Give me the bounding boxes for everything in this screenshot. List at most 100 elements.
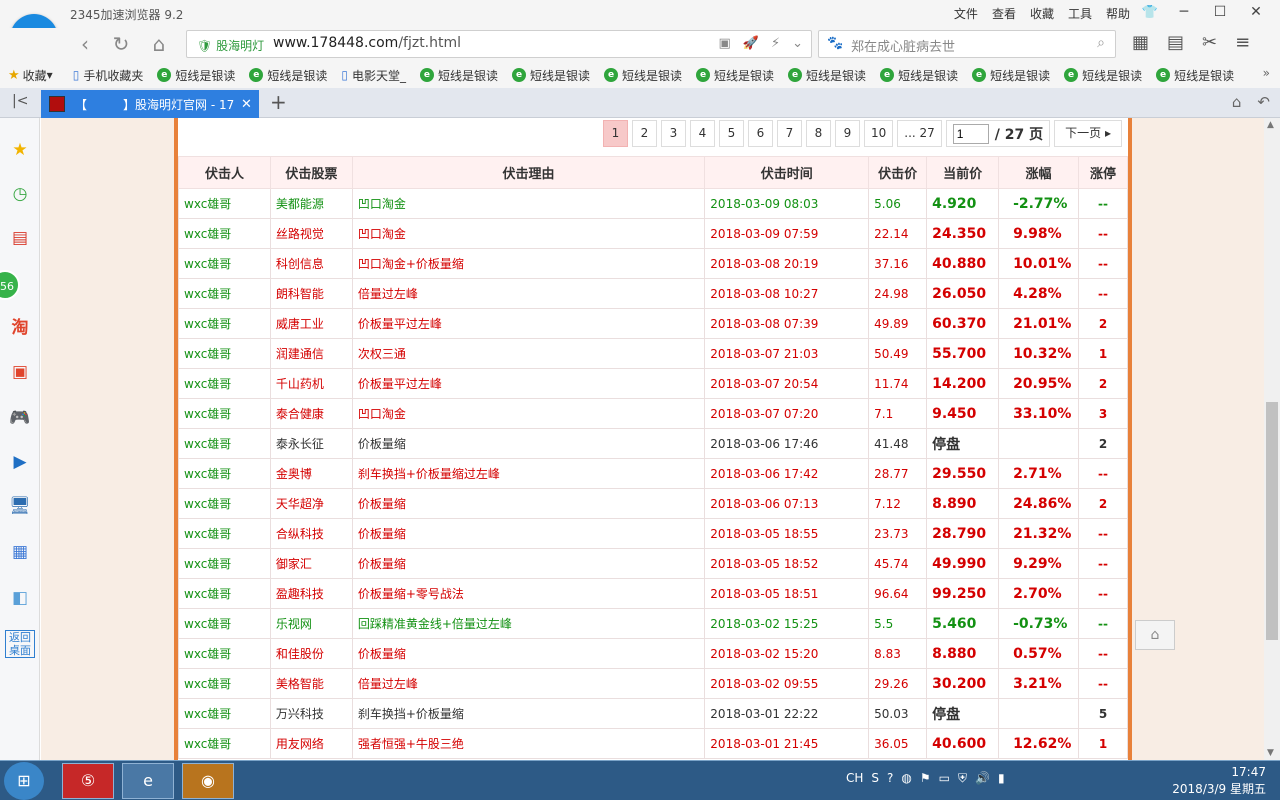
scissors-icon[interactable]: ✂ xyxy=(1202,32,1217,53)
bookmark-item[interactable]: e 短线是银读 xyxy=(512,67,590,84)
page-button[interactable]: 3 xyxy=(660,120,686,147)
bookmark-item[interactable]: e 短线是银读 xyxy=(419,67,498,84)
cell-stock[interactable]: 丝路视觉 xyxy=(269,218,353,249)
cell-stock[interactable]: 朗科智能 xyxy=(269,278,353,309)
back-to-top-button[interactable]: ⌂ xyxy=(1135,620,1175,650)
table-row[interactable]: wxc雄哥 美都能源 凹口淘金 2018-03-09 08:03 5.06 4.920 -2… xyxy=(178,188,1128,219)
table-row[interactable]: wxc雄哥 泰永长征 价板量缩 2018-03-06 17:46 41.48 停盘 2 xyxy=(178,428,1128,459)
secure-site-badge[interactable]: 🛡 股海明灯 xyxy=(197,37,264,54)
table-row[interactable]: wxc雄哥 千山药机 价板量平过左峰 2018-03-07 20:54 11.74 14.… xyxy=(178,368,1128,399)
next-page-button[interactable]: 下一页 ▸ xyxy=(1054,120,1122,147)
cell-stock[interactable]: 泰合健康 xyxy=(269,398,353,429)
cell-stock[interactable]: 乐视网 xyxy=(269,608,353,639)
menu-icon[interactable]: ≡ xyxy=(1235,32,1250,53)
table-row[interactable]: wxc雄哥 金奥博 刹车换挡+价板量缩过左峰 2018-03-06 17:42 28.7… xyxy=(178,458,1128,489)
cell-stock[interactable]: 美格智能 xyxy=(269,668,353,699)
help-icon[interactable]: ? xyxy=(887,771,893,786)
news-icon[interactable]: ▤ xyxy=(8,226,32,250)
rocket-icon[interactable]: 🚀 xyxy=(743,36,759,51)
table-row[interactable]: wxc雄哥 盈趣科技 价板量缩+零号战法 2018-03-05 18:51 96.64 9… xyxy=(178,578,1128,609)
skin-icon[interactable]: 👕 xyxy=(1142,5,1158,20)
return-desktop-button[interactable]: 返回桌面 xyxy=(5,630,35,658)
menu-file[interactable]: 文件 xyxy=(954,5,978,22)
bookmark-item[interactable]: e 短线是银读 xyxy=(249,67,327,84)
game-controller-icon[interactable]: 🎮 xyxy=(8,406,32,430)
cell-stock[interactable]: 金奥博 xyxy=(269,458,353,489)
table-row[interactable]: wxc雄哥 合纵科技 价板量缩 2018-03-05 18:55 23.73 28.790… xyxy=(178,518,1128,549)
signal-icon[interactable]: ▮ xyxy=(998,771,1005,786)
search-engine-icon[interactable]: 🐾 xyxy=(827,36,843,51)
search-icon[interactable]: ⌕ xyxy=(1097,35,1105,51)
notification-badge[interactable]: 56 xyxy=(0,270,20,300)
maximize-button[interactable]: ☐ xyxy=(1202,4,1238,20)
flag-icon[interactable]: ⚑ xyxy=(920,771,931,786)
page-jump-input[interactable] xyxy=(952,123,989,144)
eraser-icon[interactable]: ◧ xyxy=(8,586,32,610)
apps-icon[interactable]: ▦ xyxy=(1132,32,1149,53)
start-button[interactable]: ⊞ xyxy=(4,762,44,800)
menu-tools[interactable]: 工具 xyxy=(1068,5,1092,22)
table-row[interactable]: wxc雄哥 泰合健康 凹口淘金 2018-03-07 07:20 7.1 9.450 33.… xyxy=(178,398,1128,429)
table-row[interactable]: wxc雄哥 润建通信 次权三通 2018-03-07 21:03 50.49 55.700… xyxy=(178,338,1128,369)
close-window-button[interactable]: ✕ xyxy=(1238,4,1274,20)
language-indicator[interactable]: CH xyxy=(846,771,863,786)
screenshot-icon[interactable]: ▣ xyxy=(718,36,730,51)
discount-icon[interactable]: ▣ xyxy=(8,360,32,384)
scroll-up-icon[interactable]: ▲ xyxy=(1267,120,1274,130)
taobao-icon[interactable]: 淘 xyxy=(8,316,32,340)
search-box[interactable]: 🐾 郑在成心脏病去世 ⌕ xyxy=(818,30,1116,58)
bookmark-item[interactable]: ▯ 电影天堂_ xyxy=(341,67,406,84)
cell-stock[interactable]: 泰永长征 xyxy=(269,428,353,459)
lightning-icon[interactable]: ⚡ xyxy=(771,36,780,51)
menu-favorites[interactable]: 收藏 xyxy=(1030,5,1054,22)
computer-icon[interactable]: 🖥 xyxy=(8,494,32,518)
cell-stock[interactable]: 美都能源 xyxy=(269,188,353,219)
tab-active[interactable]: 【 】股海明灯官网 - 178448 ✕ xyxy=(41,90,259,118)
table-row[interactable]: wxc雄哥 科创信息 凹口淘金+价板量缩 2018-03-08 20:19 37.16 4… xyxy=(178,248,1128,279)
speaker-icon[interactable]: 🔊 xyxy=(975,771,990,786)
vertical-scrollbar[interactable]: ▲ ▼ xyxy=(1264,118,1280,760)
bookmark-item[interactable]: e 短线是银读 xyxy=(788,67,866,84)
cell-stock[interactable]: 合纵科技 xyxy=(269,518,353,549)
table-row[interactable]: wxc雄哥 用友网络 强者恒强+牛股三绝 2018-03-01 21:45 36.05 4… xyxy=(178,728,1128,759)
table-row[interactable]: wxc雄哥 天华超净 价板量缩 2018-03-06 07:13 7.12 8.890 24… xyxy=(178,488,1128,519)
bag-icon[interactable]: ⌂ xyxy=(1232,93,1242,111)
bookmark-item[interactable]: e 短线是银读 xyxy=(1156,67,1234,84)
history-clock-icon[interactable]: ◷ xyxy=(8,182,32,206)
video-icon[interactable]: ▶ xyxy=(8,450,32,474)
network-icon[interactable]: ◍ xyxy=(901,771,911,786)
address-bar[interactable]: 🛡 股海明灯 www.178448.com/fjzt.html ▣ 🚀 ⚡ ⌄ xyxy=(186,30,812,58)
table-row[interactable]: wxc雄哥 威唐工业 价板量平过左峰 2018-03-08 07:39 49.89 60.… xyxy=(178,308,1128,339)
search-input[interactable]: 郑在成心脏病去世 xyxy=(851,36,955,55)
bookmark-item[interactable]: e 短线是银读 xyxy=(696,67,774,84)
favorites-star-icon[interactable]: ★ xyxy=(8,138,32,162)
page-button[interactable]: 6 xyxy=(747,120,773,147)
table-row[interactable]: wxc雄哥 朗科智能 倍量过左峰 2018-03-08 10:27 24.98 26.05… xyxy=(178,278,1128,309)
bookmarks-more-icon[interactable]: » xyxy=(1263,66,1270,80)
bookmark-item[interactable]: e 短线是银读 xyxy=(880,67,958,84)
cell-stock[interactable]: 御家汇 xyxy=(269,548,353,579)
cell-stock[interactable]: 天华超净 xyxy=(269,488,353,519)
app-taskbar-icon[interactable]: ◉ xyxy=(182,763,234,799)
table-row[interactable]: wxc雄哥 万兴科技 刹车换挡+价板量缩 2018-03-01 22:22 50.03 停… xyxy=(178,698,1128,729)
url-text[interactable]: www.178448.com/fjzt.html xyxy=(273,35,461,51)
undo-icon[interactable]: ↶ xyxy=(1257,93,1270,111)
page-button[interactable]: 2 xyxy=(631,120,657,147)
page-button[interactable]: 5 xyxy=(718,120,744,147)
stock-app-taskbar-icon[interactable]: ⑤ xyxy=(62,763,114,799)
reader-icon[interactable]: ▤ xyxy=(1167,32,1184,53)
scroll-down-icon[interactable]: ▼ xyxy=(1267,748,1274,758)
page-button[interactable]: 4 xyxy=(689,120,715,147)
page-button[interactable]: 1 xyxy=(602,120,628,147)
menu-help[interactable]: 帮助 xyxy=(1106,5,1130,22)
refresh-icon[interactable]: ↻ xyxy=(108,32,134,56)
minimize-button[interactable]: ─ xyxy=(1166,4,1202,20)
cell-stock[interactable]: 润建通信 xyxy=(269,338,353,369)
monitor-icon[interactable]: ▭ xyxy=(939,771,950,786)
cell-stock[interactable]: 千山药机 xyxy=(269,368,353,399)
table-row[interactable]: wxc雄哥 乐视网 回踩精准黄金线+倍量过左峰 2018-03-02 15:25 5.5… xyxy=(178,608,1128,639)
close-tab-icon[interactable]: ✕ xyxy=(241,97,252,112)
bookmark-item[interactable]: e 短线是银读 xyxy=(972,67,1050,84)
page-button[interactable]: 7 xyxy=(776,120,802,147)
page-button[interactable]: 9 xyxy=(834,120,860,147)
